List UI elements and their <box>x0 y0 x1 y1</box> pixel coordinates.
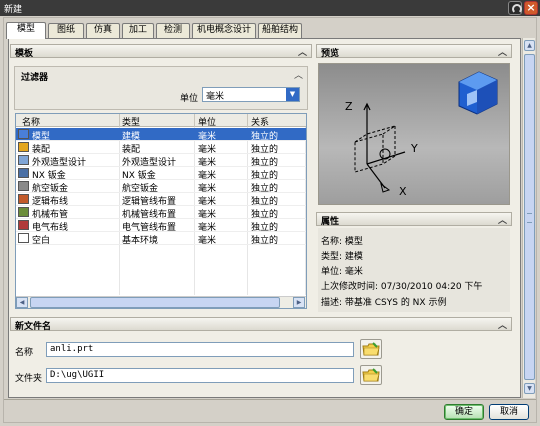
scroll-right-icon[interactable]: ▶ <box>293 297 305 308</box>
vertical-scrollbar[interactable]: ▲ ▼ <box>522 38 535 398</box>
prop-modified: 上次修改时间: 07/30/2010 04:20 下午 <box>321 282 483 292</box>
scroll-left-icon[interactable]: ◀ <box>16 297 28 308</box>
properties-panel: 名称: 模型 类型: 建模 单位: 毫米 上次修改时间: 07/30/2010 … <box>318 228 510 312</box>
aero-sheet-metal-icon <box>18 181 29 191</box>
scroll-down-icon[interactable]: ▼ <box>524 383 535 394</box>
tab-mechatronics[interactable]: 机电概念设计 <box>192 23 256 38</box>
column-header-relation[interactable]: 关系 <box>251 115 269 128</box>
unit-select-value: 毫米 <box>206 92 225 102</box>
column-header-type[interactable]: 类型 <box>122 115 140 128</box>
properties-collapse-icon[interactable]: ︿ <box>498 213 507 226</box>
prop-description: 描述: 带基准 CSYS 的 NX 示例 <box>321 298 447 308</box>
model-icon <box>18 129 29 139</box>
cell-unit: 毫米 <box>198 236 217 246</box>
table-row[interactable]: 逻辑布线 逻辑管线布置 毫米 独立的 <box>16 193 306 207</box>
preview-header[interactable]: 预览 ︿ <box>316 44 512 59</box>
table-row[interactable]: 模型 建模 毫米 独立的 <box>16 128 306 142</box>
properties-header-label: 属性 <box>321 217 340 227</box>
column-header-unit[interactable]: 单位 <box>198 115 216 128</box>
chevron-down-icon[interactable]: ▼ <box>286 88 299 101</box>
folder-icon <box>362 368 380 382</box>
table-row[interactable]: 装配 装配 毫米 独立的 <box>16 141 306 155</box>
browse-name-button[interactable] <box>360 339 382 359</box>
preview-collapse-icon[interactable]: ︿ <box>498 45 507 58</box>
unit-select[interactable]: 毫米 ▼ <box>202 87 300 102</box>
table-header: 名称 类型 单位 关系 <box>16 114 306 128</box>
cell-type: 基本环境 <box>122 236 159 246</box>
blank-icon <box>18 233 29 243</box>
folder-label: 文件夹 <box>15 374 43 384</box>
sheet-metal-icon <box>18 168 29 178</box>
collapse-icon[interactable]: ︿ <box>298 45 307 58</box>
preview-image: Z Y X <box>318 63 510 205</box>
y-axis-label: Y <box>410 142 418 155</box>
tab-manufacturing[interactable]: 加工 <box>122 23 154 38</box>
mechanical-routing-icon <box>18 207 29 217</box>
tab-simulation[interactable]: 仿真 <box>86 23 120 38</box>
prop-type: 类型: 建模 <box>321 252 363 262</box>
filter-header-label: 过滤器 <box>21 73 49 83</box>
window-title: 新建 <box>4 5 23 15</box>
column-header-name[interactable]: 名称 <box>22 115 40 128</box>
h-scroll-thumb[interactable] <box>30 297 280 308</box>
filter-collapse-icon[interactable]: ︿ <box>294 68 303 81</box>
tab-ship-structure[interactable]: 船舶结构 <box>258 23 302 38</box>
title-bar: 新建 × <box>0 0 540 16</box>
csys-preview-graphic: Z Y X <box>345 71 498 198</box>
unit-label: 单位 <box>180 94 199 104</box>
tab-inspection[interactable]: 检测 <box>156 23 190 38</box>
tab-drawing[interactable]: 图纸 <box>48 23 84 38</box>
help-icon[interactable] <box>508 1 522 15</box>
assembly-icon <box>18 142 29 152</box>
footer-separator <box>4 399 536 400</box>
preview-header-label: 预览 <box>321 49 340 59</box>
properties-header[interactable]: 属性 ︿ <box>316 212 512 227</box>
electrical-routing-icon <box>18 220 29 230</box>
folder-icon <box>362 342 380 356</box>
new-file-header-label: 新文件名 <box>15 322 52 332</box>
table-row[interactable]: 电气布线 电气管线布置 毫米 独立的 <box>16 219 306 233</box>
table-row[interactable]: 航空钣金 航空钣金 毫米 独立的 <box>16 180 306 194</box>
close-button[interactable]: × <box>524 1 538 15</box>
scroll-thumb[interactable] <box>524 54 535 380</box>
z-axis-label: Z <box>345 100 353 113</box>
templates-header-label: 模板 <box>15 49 34 59</box>
ok-button[interactable]: 确定 <box>444 404 484 420</box>
logical-routing-icon <box>18 194 29 204</box>
tab-model[interactable]: 模型 <box>6 22 46 39</box>
templates-header[interactable]: 模板 ︿ <box>10 44 312 59</box>
cell-name: 空白 <box>32 236 51 246</box>
table-row[interactable]: 空白 基本环境 毫米 独立的 <box>16 232 306 246</box>
browse-folder-button[interactable] <box>360 365 382 385</box>
table-row[interactable]: 外观造型设计 外观造型设计 毫米 独立的 <box>16 154 306 168</box>
y-axis-cone <box>379 148 391 160</box>
model-block-icon <box>458 71 498 115</box>
scroll-up-icon[interactable]: ▲ <box>524 40 535 51</box>
cell-relation: 独立的 <box>251 236 279 246</box>
cancel-button[interactable]: 取消 <box>489 404 529 420</box>
filename-input[interactable]: anli.prt <box>46 342 354 357</box>
prop-unit: 单位: 毫米 <box>321 267 363 277</box>
horizontal-scrollbar[interactable]: ◀ ▶ <box>16 296 306 308</box>
prop-name: 名称: 模型 <box>321 237 363 247</box>
new-file-collapse-icon[interactable]: ︿ <box>498 318 507 331</box>
table-row[interactable]: 机械布管 机械管线布置 毫米 独立的 <box>16 206 306 220</box>
name-label: 名称 <box>15 348 34 358</box>
new-file-header[interactable]: 新文件名 ︿ <box>10 317 512 332</box>
table-row[interactable]: NX 钣金 NX 钣金 毫米 独立的 <box>16 167 306 181</box>
shape-design-icon <box>18 155 29 165</box>
x-axis-label: X <box>399 185 407 198</box>
folder-input[interactable]: D:\ug\UGII <box>46 368 354 383</box>
template-table: 名称 类型 单位 关系 模型 建模 毫米 独立的 装配 装配 毫米 独立的 外观造型设计 外观造型… <box>15 113 307 309</box>
